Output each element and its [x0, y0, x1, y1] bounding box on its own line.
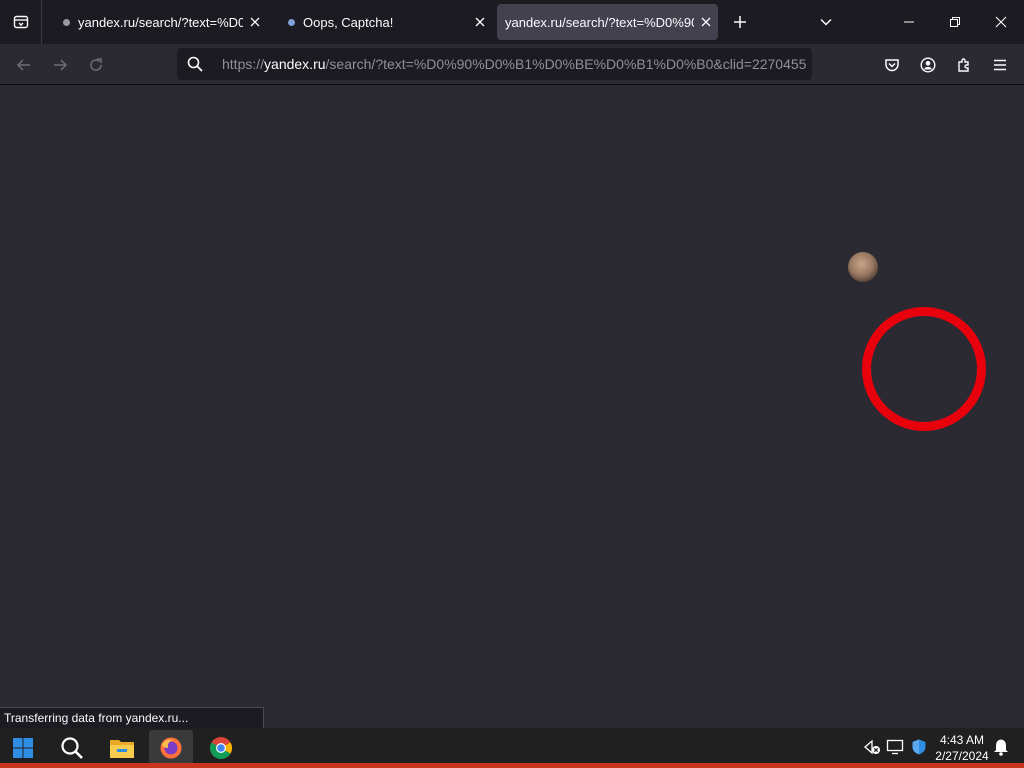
url-scheme: https://	[222, 56, 265, 72]
close-window-button[interactable]	[978, 0, 1024, 44]
chevron-down-icon	[820, 18, 832, 26]
url-host: yandex.ru	[264, 56, 326, 72]
search-icon	[61, 737, 83, 759]
tab-close-button[interactable]	[243, 10, 267, 34]
shield-icon	[912, 739, 926, 755]
display-tray-button[interactable]	[884, 736, 906, 758]
tab-list-icon	[13, 15, 28, 29]
network-status-button[interactable]	[861, 736, 883, 758]
windows-taskbar: 4:43 AM 2/27/2024	[0, 728, 1024, 768]
start-button[interactable]	[1, 730, 45, 766]
tab-list-button[interactable]	[0, 0, 42, 44]
red-circle-annotation	[862, 307, 986, 431]
save-to-pocket-button[interactable]	[877, 50, 907, 80]
bell-icon	[994, 739, 1008, 756]
close-icon	[475, 17, 485, 27]
tab-yandex-search-active[interactable]: yandex.ru/search/?text=%D0%90%D	[497, 4, 718, 40]
back-arrow-icon	[16, 59, 30, 71]
taskbar-clock[interactable]: 4:43 AM 2/27/2024	[932, 732, 992, 764]
minimize-icon	[904, 21, 914, 23]
extensions-button[interactable]	[949, 50, 979, 80]
url-bar[interactable]: https://yandex.ru/search/?text=%D0%90%D0…	[177, 48, 812, 80]
restore-icon	[950, 17, 960, 27]
hamburger-menu-icon	[994, 59, 1006, 71]
status-text: Transferring data from yandex.ru...	[4, 711, 189, 725]
extensions-icon	[958, 58, 969, 72]
windows-start-icon	[13, 738, 33, 758]
tab-yandex-search-1[interactable]: yandex.ru/search/?text=%D0%A	[55, 4, 267, 40]
reload-icon	[90, 58, 102, 71]
account-icon	[920, 57, 936, 73]
url-text[interactable]: https://yandex.ru/search/?text=%D0%90%D0…	[222, 56, 807, 72]
tab-close-button[interactable]	[694, 10, 718, 34]
restore-button[interactable]	[932, 0, 978, 44]
firefox-taskbar-button[interactable]	[149, 730, 193, 766]
close-icon	[995, 16, 1007, 28]
firefox-icon	[160, 737, 182, 759]
chrome-icon	[210, 737, 232, 759]
clock-time: 4:43 AM	[939, 733, 985, 747]
tab-title: yandex.ru/search/?text=%D0%90%D	[505, 14, 694, 30]
tab-favicon	[63, 18, 70, 26]
navigation-toolbar: https://yandex.ru/search/?text=%D0%90%D0…	[0, 44, 1024, 85]
forward-arrow-icon	[54, 59, 68, 71]
monitor-icon	[886, 739, 904, 755]
taskbar-search-button[interactable]	[50, 730, 94, 766]
close-icon	[250, 17, 260, 27]
tab-favicon	[288, 18, 295, 26]
open-menu-button[interactable]	[985, 50, 1015, 80]
new-tab-button[interactable]	[726, 8, 754, 36]
taskbar-accent-strip	[0, 763, 1024, 768]
tab-oops-captcha[interactable]: Oops, Captcha!	[280, 4, 492, 40]
search-icon	[177, 56, 213, 72]
tab-title: Oops, Captcha!	[303, 14, 394, 30]
chrome-taskbar-button[interactable]	[199, 730, 243, 766]
page-content	[0, 86, 1024, 728]
clock-date: 2/27/2024	[935, 749, 989, 763]
file-explorer-button[interactable]	[100, 730, 144, 766]
security-tray-button[interactable]	[908, 736, 930, 758]
url-path: /search/?text=%D0%90%D0%B1%D0%BE%D0%B1%D…	[325, 56, 807, 72]
forward-button[interactable]	[45, 50, 75, 80]
face-avatar-image	[848, 252, 878, 282]
reload-button[interactable]	[81, 50, 111, 80]
close-icon	[701, 17, 711, 27]
minimize-button[interactable]	[886, 0, 932, 44]
notifications-button[interactable]	[990, 736, 1012, 758]
pocket-icon	[885, 59, 899, 72]
plus-icon	[734, 16, 746, 28]
tab-close-button[interactable]	[468, 10, 492, 34]
list-all-tabs-button[interactable]	[812, 8, 840, 36]
tab-title: yandex.ru/search/?text=%D0%A	[78, 14, 243, 30]
account-button[interactable]	[913, 50, 943, 80]
status-panel: Transferring data from yandex.ru...	[0, 707, 264, 728]
tab-strip: yandex.ru/search/?text=%D0%A Oops, Captc…	[0, 0, 1024, 44]
file-explorer-icon	[110, 740, 134, 758]
network-disconnected-icon	[864, 739, 880, 755]
back-button[interactable]	[9, 50, 39, 80]
